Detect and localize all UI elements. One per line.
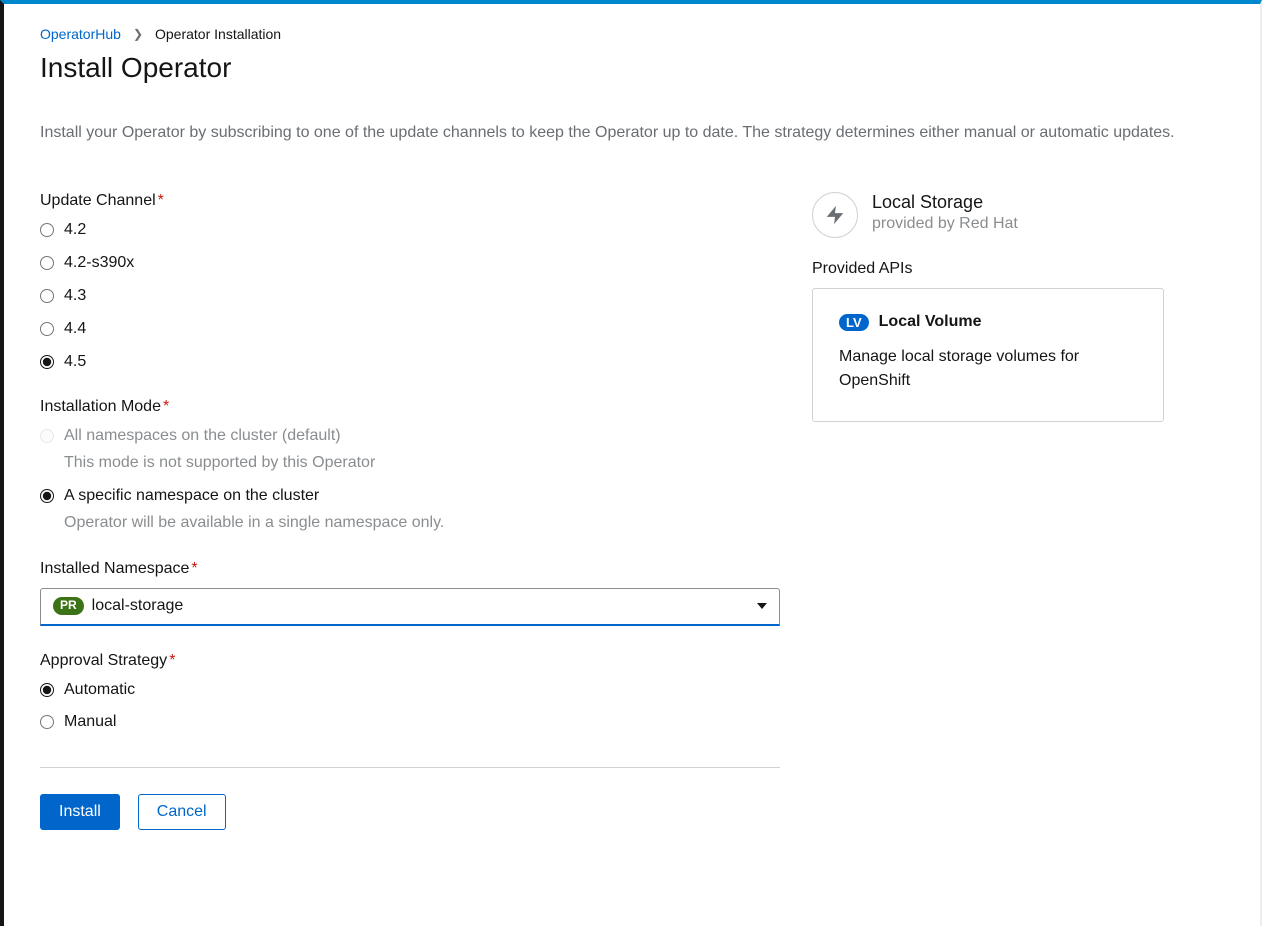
radio-channel-4-2[interactable]: 4.2	[40, 220, 780, 241]
form-divider	[40, 767, 780, 768]
approval-strategy-group: Approval Strategy* Automatic Manual	[40, 652, 780, 734]
radio-channel-4-4[interactable]: 4.4	[40, 319, 780, 340]
radio-channel-4-5[interactable]: 4.5	[40, 352, 780, 373]
operator-header: Local Storage provided by Red Hat	[812, 192, 1164, 238]
api-description: Manage local storage volumes for OpenShi…	[839, 345, 1137, 393]
operator-sidebar: Local Storage provided by Red Hat Provid…	[812, 192, 1164, 830]
radio-channel-4-3[interactable]: 4.3	[40, 286, 780, 307]
radio-mode-specific-namespace[interactable]: A specific namespace on the cluster Oper…	[40, 486, 780, 534]
operator-title: Local Storage	[872, 192, 1018, 213]
page-description: Install your Operator by subscribing to …	[40, 122, 1224, 144]
operator-provider: provided by Red Hat	[872, 215, 1018, 233]
installed-namespace-group: Installed Namespace* PR local-storage	[40, 560, 780, 626]
update-channel-group: Update Channel* 4.2 4.2-s390x 4.3 4.4 4.…	[40, 192, 780, 372]
approval-strategy-label: Approval Strategy*	[40, 652, 780, 670]
installation-mode-label: Installation Mode*	[40, 398, 780, 416]
breadcrumb-current: Operator Installation	[155, 26, 281, 42]
api-card-local-volume[interactable]: LV Local Volume Manage local storage vol…	[812, 288, 1164, 422]
button-row: Install Cancel	[40, 794, 780, 830]
page-title: Install Operator	[40, 52, 1224, 84]
radio-approval-automatic[interactable]: Automatic	[40, 680, 780, 701]
api-badge: LV	[839, 314, 869, 331]
provided-apis-label: Provided APIs	[812, 260, 1164, 278]
radio-mode-all-namespaces: All namespaces on the cluster (default) …	[40, 426, 780, 474]
cancel-button[interactable]: Cancel	[138, 794, 226, 830]
installed-namespace-value: local-storage	[92, 597, 184, 615]
breadcrumb-link-operatorhub[interactable]: OperatorHub	[40, 26, 121, 42]
namespace-badge: PR	[53, 597, 84, 615]
installed-namespace-select[interactable]: PR local-storage	[40, 588, 780, 626]
update-channel-label: Update Channel*	[40, 192, 780, 210]
install-form: Update Channel* 4.2 4.2-s390x 4.3 4.4 4.…	[40, 192, 780, 830]
installation-mode-group: Installation Mode* All namespaces on the…	[40, 398, 780, 533]
radio-approval-manual[interactable]: Manual	[40, 712, 780, 733]
breadcrumb: OperatorHub ❯ Operator Installation	[40, 26, 1224, 42]
api-title: Local Volume	[879, 313, 982, 331]
installed-namespace-label: Installed Namespace*	[40, 560, 780, 578]
radio-channel-4-2-s390x[interactable]: 4.2-s390x	[40, 253, 780, 274]
chevron-right-icon: ❯	[133, 27, 143, 41]
caret-down-icon	[757, 603, 767, 609]
bolt-icon	[812, 192, 858, 238]
install-button[interactable]: Install	[40, 794, 120, 830]
